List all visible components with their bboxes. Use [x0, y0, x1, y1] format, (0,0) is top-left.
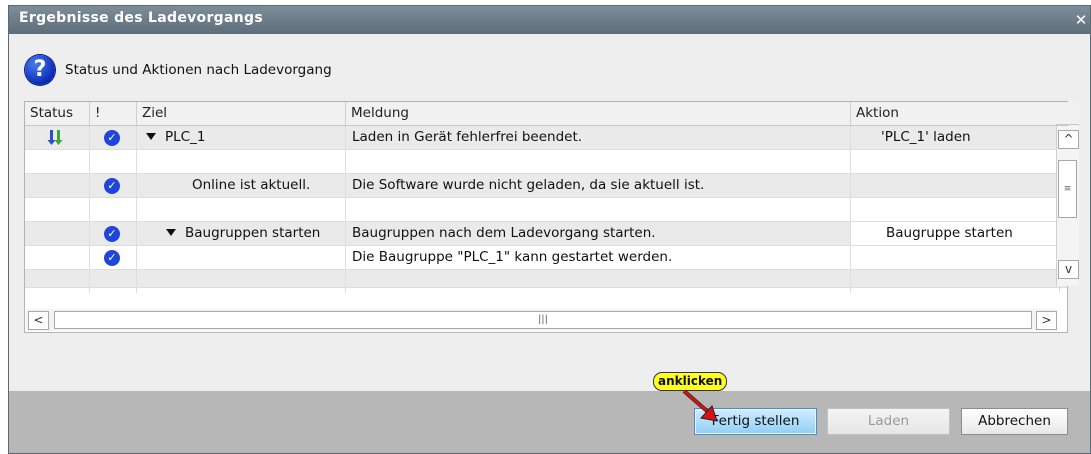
expand-arrow-icon[interactable] [146, 133, 156, 140]
ziel-cell [137, 270, 346, 293]
table-row[interactable]: ✓ Die Baugruppe "PLC_1" kann gestartet w… [25, 246, 1067, 270]
column-header-bang[interactable]: ! [90, 102, 137, 125]
meldung-cell: Die Software wurde nicht geladen, da sie… [346, 174, 851, 197]
close-icon[interactable]: ✕ [1072, 6, 1090, 34]
title-bar[interactable]: Ergebnisse des Ladevorgangs ✕ [9, 6, 1090, 34]
table-row[interactable] [25, 270, 1067, 293]
status-cell [25, 174, 90, 197]
ziel-cell [137, 246, 346, 269]
ziel-text: Baugruppen starten [185, 225, 321, 241]
ziel-cell [137, 198, 346, 221]
ziel-cell[interactable]: Online ist aktuell. [137, 174, 346, 197]
check-icon: ✓ [104, 130, 120, 146]
table-row[interactable] [25, 198, 1067, 222]
window-title: Ergebnisse des Ladevorgangs [19, 10, 263, 26]
vertical-scroll-thumb[interactable]: ≡ [1058, 160, 1077, 218]
aktion-cell [851, 246, 1060, 269]
load-results-dialog: Ergebnisse des Ladevorgangs ✕ ? Status u… [8, 5, 1091, 454]
table-header: Status ! Ziel Meldung Aktion [25, 102, 1067, 126]
meldung-cell [346, 270, 851, 293]
table-row[interactable] [25, 150, 1067, 174]
status-cell [25, 222, 90, 245]
status-cell [25, 150, 90, 173]
check-icon: ✓ [104, 250, 120, 266]
table-row[interactable]: ✓ PLC_1 Laden in Gerät fehlerfrei beende… [25, 126, 1067, 150]
pointer-arrow-icon [682, 389, 718, 422]
horizontal-scroll-thumb[interactable]: ||| [54, 311, 1032, 329]
ziel-cell [137, 150, 346, 173]
check-cell [90, 198, 137, 221]
scrollbar-corner [1056, 102, 1079, 125]
scroll-down-icon[interactable]: v [1058, 260, 1079, 279]
ziel-cell[interactable]: PLC_1 [137, 126, 346, 149]
aktion-cell [851, 150, 1060, 173]
meldung-cell: Die Baugruppe "PLC_1" kann gestartet wer… [346, 246, 851, 269]
check-icon: ✓ [104, 226, 120, 242]
meldung-cell: Baugruppen nach dem Ladevorgang starten. [346, 222, 851, 245]
meldung-cell [346, 198, 851, 221]
status-cell [25, 198, 90, 221]
check-cell [90, 150, 137, 173]
horizontal-scrollbar[interactable]: < ||| > [26, 309, 1057, 331]
question-icon: ? [25, 55, 55, 85]
ziel-cell[interactable]: Baugruppen starten [137, 222, 346, 245]
aktion-cell [851, 270, 1060, 293]
table-row[interactable]: ✓ Online ist aktuell. Die Software wurde… [25, 174, 1067, 198]
status-cell [25, 246, 90, 269]
ziel-text: PLC_1 [165, 129, 206, 145]
check-cell: ✓ [90, 126, 137, 149]
status-cell [25, 126, 90, 149]
check-cell: ✓ [90, 174, 137, 197]
dialog-footer: Fertig stellen Laden Abbrechen [9, 391, 1090, 453]
table-row[interactable]: ✓ Baugruppen starten Baugruppen nach dem… [25, 222, 1067, 246]
status-cell [25, 270, 90, 293]
vertical-scrollbar[interactable]: ^ ≡ v [1056, 126, 1079, 286]
check-cell: ✓ [90, 246, 137, 269]
header-text: Status und Aktionen nach Ladevorgang [65, 62, 332, 78]
cancel-button[interactable]: Abbrechen [961, 408, 1068, 435]
meldung-cell: Laden in Gerät fehlerfrei beendet. [346, 126, 851, 149]
check-icon: ✓ [104, 178, 120, 194]
scroll-left-icon[interactable]: < [28, 311, 49, 330]
aktion-cell [851, 198, 1060, 221]
aktion-cell[interactable]: Baugruppe starten [851, 222, 1060, 245]
column-header-aktion[interactable]: Aktion [851, 102, 1060, 125]
check-cell [90, 270, 137, 293]
meldung-cell [346, 150, 851, 173]
column-header-meldung[interactable]: Meldung [346, 102, 851, 125]
dialog-header: ? Status und Aktionen nach Ladevorgang [9, 34, 1090, 101]
scroll-right-icon[interactable]: > [1036, 311, 1057, 330]
expand-arrow-icon[interactable] [166, 229, 176, 236]
column-header-status[interactable]: Status [25, 102, 90, 125]
download-icon [47, 130, 63, 145]
check-cell: ✓ [90, 222, 137, 245]
scroll-up-icon[interactable]: ^ [1058, 130, 1079, 149]
aktion-cell[interactable]: 'PLC_1' laden [851, 126, 1060, 149]
results-table: Status ! Ziel Meldung Aktion ✓ PLC_1 Lad… [24, 101, 1068, 333]
column-header-ziel[interactable]: Ziel [137, 102, 346, 125]
aktion-cell [851, 174, 1060, 197]
load-button[interactable]: Laden [827, 408, 950, 435]
